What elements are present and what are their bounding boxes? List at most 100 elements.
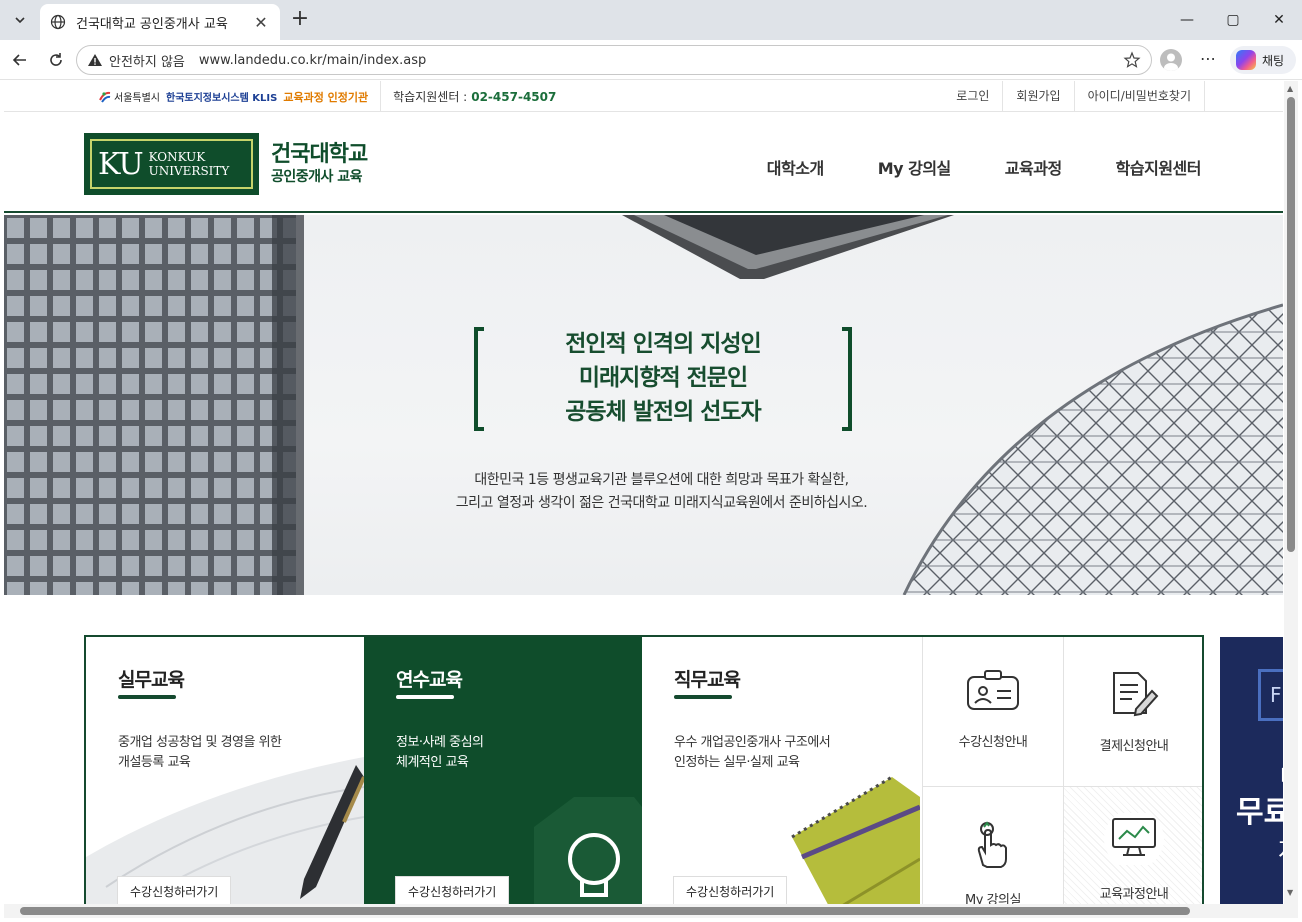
hero-slogan: 전인적 인격의 지성인 미래지향적 전문인 공동체 발전의 선도자	[474, 327, 852, 429]
scroll-up-arrow-icon[interactable]: ▲	[1287, 85, 1295, 93]
logo-word-konkuk: KONKUK	[148, 150, 206, 164]
slogan-line: 공동체 발전의 선도자	[565, 399, 761, 425]
course-description: 중개업 성공창업 및 경영을 위한 개설등록 교육	[118, 735, 282, 770]
new-tab-button[interactable]: +	[288, 8, 312, 32]
security-status[interactable]: 안전하지 않음	[109, 51, 185, 70]
nav-courses[interactable]: 교육과정	[1005, 155, 1062, 179]
title-underline	[396, 695, 454, 699]
copilot-label: 채팅	[1262, 53, 1285, 68]
star-icon[interactable]	[1123, 51, 1141, 69]
seoul-logo[interactable]: 서울특별시	[98, 89, 160, 104]
arrow-left-icon	[12, 54, 26, 66]
promo-frame-letter: F	[1270, 683, 1282, 707]
seoul-label: 서울특별시	[114, 93, 160, 104]
copilot-chat-button[interactable]: 채팅	[1230, 46, 1296, 74]
course-training[interactable]: 연수교육 정보·사례 중심의 체계적인 교육 수강신청하러가기	[364, 637, 642, 904]
course-practical[interactable]: 실무교육 중개업 성공창업 및 경영을 위한 개설등록 교육 수강신청하러가기	[86, 637, 364, 904]
course-description: 우수 개업공인중개사 구조에서 인정하는 실무·실제 교육	[674, 735, 831, 770]
course-title: 직무교육	[674, 669, 741, 691]
copilot-icon	[1236, 50, 1256, 70]
nav-support-center[interactable]: 학습지원센터	[1116, 155, 1202, 179]
login-link[interactable]: 로그인	[943, 81, 1002, 112]
course-panel: 실무교육 중개업 성공창업 및 경영을 위한 개설등록 교육 수강신청하러가기 …	[84, 635, 1204, 904]
enroll-button[interactable]: 수강신청하러가기	[674, 877, 787, 904]
pointer-hand-icon	[977, 821, 1007, 868]
hero-desc-line: 대한민국 1등 평생교육기관 블루오션에 대한 희망과 목표가 확실한,	[474, 472, 849, 488]
quick-label: My 강의실	[965, 893, 1021, 904]
browser-toolbar: 안전하지 않음 www.landedu.co.kr/main/index.asp…	[0, 40, 1302, 80]
user-icon	[1164, 53, 1178, 71]
quick-menu: 수강신청안내 결제신청안내 My 강의실 교육과정안내	[922, 637, 1202, 904]
quick-label: 수강신청안내	[958, 735, 1028, 750]
certification-strip: 서울특별시 한국토지정보시스템 KLIS 교육과정 인정기관 학습지원센터 : …	[98, 81, 556, 112]
url-text[interactable]: www.landedu.co.kr/main/index.asp	[199, 53, 1123, 68]
title-underline	[674, 695, 732, 699]
hero-slogan-box: 전인적 인격의 지성인 미래지향적 전문인 공동체 발전의 선도자	[474, 327, 852, 431]
promo-banner[interactable]: F 대 무료 저	[1220, 637, 1283, 904]
reload-icon	[50, 53, 62, 66]
logo-subtitle: 공인중개사 교육	[271, 169, 363, 185]
quick-label: 결제신청안내	[1099, 739, 1169, 754]
quick-course-guide[interactable]: 교육과정안내	[1063, 787, 1202, 904]
address-bar[interactable]: 안전하지 않음 www.landedu.co.kr/main/index.asp	[76, 45, 1152, 75]
quick-enroll-guide[interactable]: 수강신청안내	[922, 637, 1063, 787]
tab-title: 건국대학교 공인중개사 교육	[76, 16, 228, 32]
browser-tab-bar: 건국대학교 공인중개사 교육 ✕ + — ▢ ✕	[0, 0, 1302, 40]
promo-text: 무료	[1236, 795, 1283, 830]
reload-button[interactable]	[42, 46, 70, 74]
slogan-line: 전인적 인격의 지성인	[565, 331, 761, 357]
course-description: 정보·사례 중심의 체계적인 교육	[396, 735, 484, 770]
course-title: 실무교육	[118, 669, 185, 691]
horizontal-scroll-thumb[interactable]	[20, 907, 1190, 915]
course-title: 연수교육	[396, 669, 463, 691]
signup-link[interactable]: 회원가입	[1002, 81, 1073, 112]
ku-emblem: KU KONKUK UNIVERSITY	[84, 133, 259, 195]
id-card-icon	[967, 670, 1019, 710]
slogan-line: 미래지향적 전문인	[578, 365, 748, 391]
seoul-logo-icon	[99, 91, 111, 103]
site-header: KU KONKUK UNIVERSITY 건국대학교 공인중개사 교육 대학소개…	[4, 113, 1283, 213]
scroll-down-arrow-icon[interactable]: ▼	[1287, 889, 1295, 897]
main-nav: 대학소개 My 강의실 교육과정 학습지원센터	[713, 155, 1202, 179]
close-tab-icon[interactable]: ✕	[252, 13, 270, 32]
nav-my-classroom[interactable]: My 강의실	[878, 155, 952, 179]
certified-institution-label: 교육과정 인정기관	[283, 90, 369, 104]
course-job[interactable]: 직무교육 우수 개업공인중개사 구조에서 인정하는 실무·실제 교육 수강신청하…	[642, 637, 920, 904]
logo-word-university: UNIVERSITY	[148, 164, 230, 178]
member-links: 로그인 회원가입 아이디/비밀번호찾기	[943, 81, 1205, 112]
support-center-label: 학습지원센터 :	[393, 90, 468, 104]
hero-banner: 전인적 인격의 지성인 미래지향적 전문인 공동체 발전의 선도자 대한민국 1…	[4, 215, 1283, 595]
globe-icon	[50, 14, 66, 30]
divider	[380, 81, 382, 112]
utility-bar: 서울특별시 한국토지정보시스템 KLIS 교육과정 인정기관 학습지원센터 : …	[4, 81, 1283, 112]
enroll-button[interactable]: 수강신청하러가기	[396, 877, 509, 904]
enroll-button[interactable]: 수강신청하러가기	[118, 877, 231, 904]
profile-avatar[interactable]	[1160, 49, 1182, 71]
page-viewport: 서울특별시 한국토지정보시스템 KLIS 교육과정 인정기관 학습지원센터 : …	[4, 81, 1283, 904]
quick-my-classroom[interactable]: My 강의실	[922, 787, 1063, 904]
vertical-scrollbar[interactable]: ▲ ▼	[1284, 81, 1298, 904]
support-phone: 02-457-4507	[471, 89, 557, 104]
nav-about[interactable]: 대학소개	[767, 155, 824, 179]
chevron-down-icon	[15, 17, 25, 24]
back-button[interactable]	[6, 46, 34, 74]
logo-title: 건국대학교	[271, 142, 368, 167]
maximize-button[interactable]: ▢	[1210, 0, 1256, 40]
logo-letters: KU	[98, 146, 144, 182]
hero-desc-line: 그리고 열정과 생각이 젊은 건국대학교 미래지식교육원에서 준비하십시오.	[455, 495, 868, 511]
vertical-scroll-thumb[interactable]	[1287, 97, 1295, 552]
site-logo[interactable]: KU KONKUK UNIVERSITY 건국대학교 공인중개사 교육	[84, 133, 368, 195]
monitor-chart-icon	[1104, 813, 1164, 865]
more-options-button[interactable]: ⋯	[1196, 48, 1220, 72]
horizontal-scrollbar[interactable]	[4, 904, 1298, 918]
minimize-button[interactable]: —	[1164, 0, 1210, 40]
close-window-button[interactable]: ✕	[1256, 0, 1302, 40]
promo-text: 저	[1278, 831, 1283, 866]
find-account-link[interactable]: 아이디/비밀번호찾기	[1073, 81, 1205, 112]
document-pen-icon	[1113, 672, 1159, 717]
warning-icon	[88, 54, 102, 66]
tab-list-button[interactable]	[6, 6, 34, 34]
quick-payment-guide[interactable]: 결제신청안내	[1063, 637, 1202, 787]
browser-tab[interactable]: 건국대학교 공인중개사 교육 ✕	[40, 4, 280, 40]
klis-label[interactable]: 한국토지정보시스템 KLIS	[166, 89, 277, 104]
